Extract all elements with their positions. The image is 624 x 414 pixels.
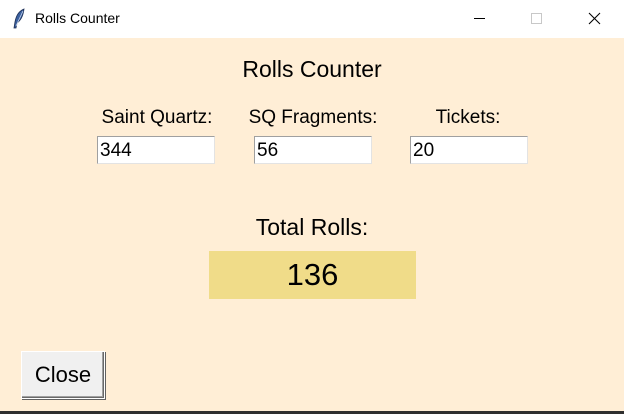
app-window: Rolls Counter Rolls Counter Saint Quartz… [0,0,624,414]
minimize-icon [474,18,485,19]
sq-fragments-input[interactable] [254,136,372,164]
tickets-input[interactable] [410,136,528,164]
total-rolls-label: Total Rolls: [255,214,369,240]
maximize-icon [531,13,542,24]
sq-fragments-label: SQ Fragments: [248,107,378,128]
maximize-button [508,0,566,38]
window-close-button[interactable] [566,0,624,38]
page-title: Rolls Counter [242,56,382,82]
window-title: Rolls Counter [35,10,120,26]
close-button[interactable]: Close [21,351,105,399]
saint-quartz-label: Saint Quartz: [101,107,213,128]
tickets-label: Tickets: [435,107,501,128]
title-bar[interactable]: Rolls Counter [0,0,624,38]
close-icon [588,12,601,25]
feather-icon [12,8,26,30]
minimize-button[interactable] [450,0,508,38]
client-area: Rolls Counter Saint Quartz: SQ Fragments… [0,38,624,414]
saint-quartz-input[interactable] [97,136,215,164]
total-rolls-value: 136 [209,251,416,299]
